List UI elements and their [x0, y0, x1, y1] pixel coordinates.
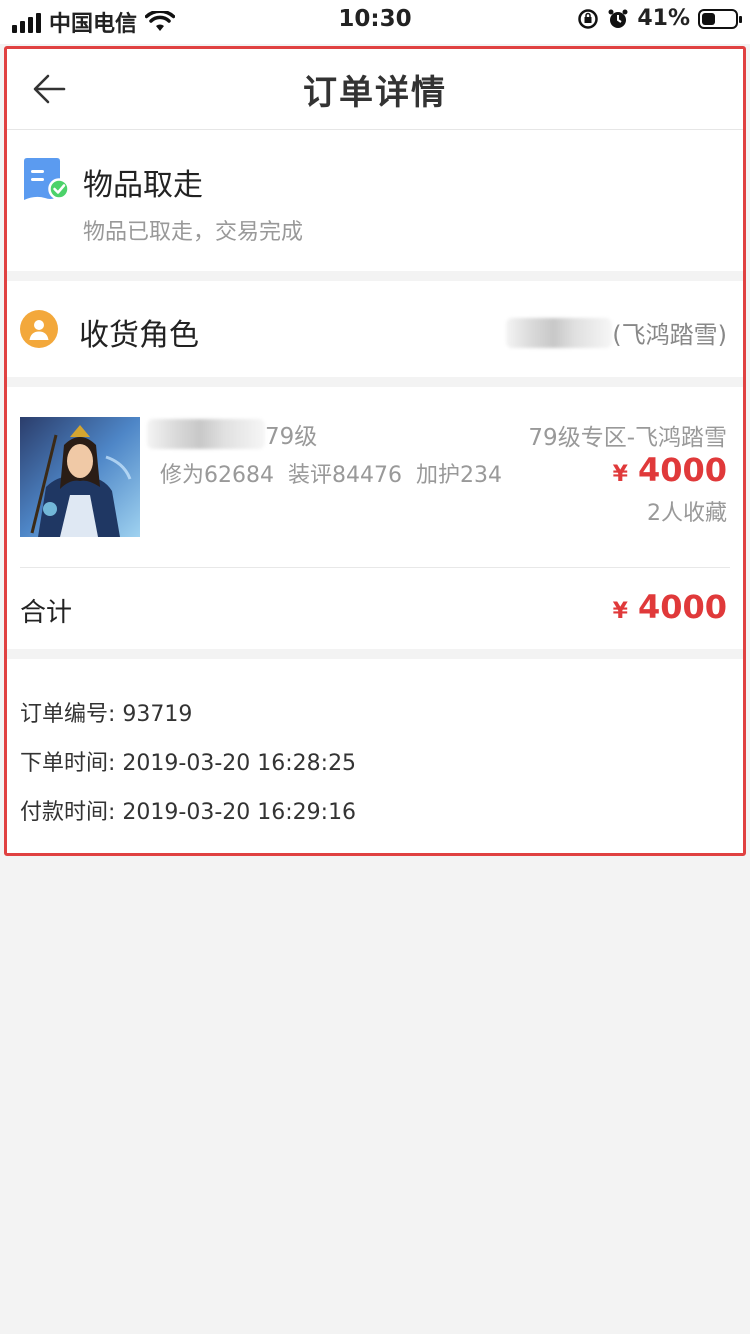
total-currency: ¥	[612, 599, 628, 624]
status-right: 41%	[577, 6, 742, 31]
order-detail-panel: 订单详情 物品取走 物品已取走，交易完成 收货角色 (飞鸿踏雪) 79级 79级…	[4, 46, 746, 856]
goods-section: 79级 79级专区-飞鸿踏雪 修为62684 装评84476 加护234 ¥ 4…	[7, 387, 743, 649]
goods-price-value: 4000	[637, 451, 727, 489]
redacted-name	[506, 317, 613, 348]
goods-zone: 79级专区-飞鸿踏雪	[528, 425, 727, 451]
page-title: 订单详情	[303, 73, 447, 113]
stat-protection: 加护234	[416, 463, 502, 488]
goods-level: 79级	[265, 424, 318, 450]
nav-bar: 订单详情	[7, 49, 743, 130]
document-check-icon	[24, 158, 69, 200]
goods-name: 79级	[147, 417, 317, 451]
order-status-section: 物品取走 物品已取走，交易完成	[7, 130, 743, 271]
stat-equip-score: 装评84476	[288, 463, 402, 488]
total-label: 合计	[20, 598, 73, 628]
status-bar: 中国电信 10:30 41%	[0, 0, 750, 44]
character-thumbnail[interactable]	[20, 417, 140, 537]
alarm-icon	[608, 9, 628, 28]
status-subtitle: 物品已取走，交易完成	[83, 220, 304, 245]
stat-cultivation: 修为62684	[160, 463, 274, 488]
battery-fill	[702, 12, 715, 25]
goods-price-currency: ¥	[612, 462, 628, 487]
goods-stats: 修为62684 装评84476 加护234	[160, 457, 502, 489]
receiver-value: (飞鸿踏雪)	[506, 315, 727, 350]
status-title: 物品取走	[83, 168, 203, 203]
total-amount: 4000	[637, 588, 727, 626]
order-time: 下单时间: 2019-03-20 16:28:25	[20, 751, 357, 776]
divider	[20, 567, 730, 568]
receiver-section: 收货角色 (飞鸿踏雪)	[7, 281, 743, 377]
battery-percent: 41%	[637, 6, 690, 31]
receiver-server: (飞鸿踏雪)	[612, 321, 727, 349]
rotation-lock-icon	[578, 8, 599, 29]
user-avatar-icon	[20, 310, 58, 348]
total-price: ¥ 4000	[613, 588, 727, 626]
payment-time: 付款时间: 2019-03-20 16:29:16	[20, 800, 357, 825]
battery-icon	[698, 8, 742, 29]
goods-price: ¥ 4000	[613, 451, 727, 489]
order-info-section: 订单编号: 93719 下单时间: 2019-03-20 16:28:25 付款…	[7, 659, 743, 853]
order-number: 订单编号: 93719	[20, 702, 193, 727]
redacted-goods-name	[147, 419, 265, 449]
goods-favorites: 2人收藏	[647, 501, 727, 526]
receiver-label: 收货角色	[79, 318, 199, 353]
